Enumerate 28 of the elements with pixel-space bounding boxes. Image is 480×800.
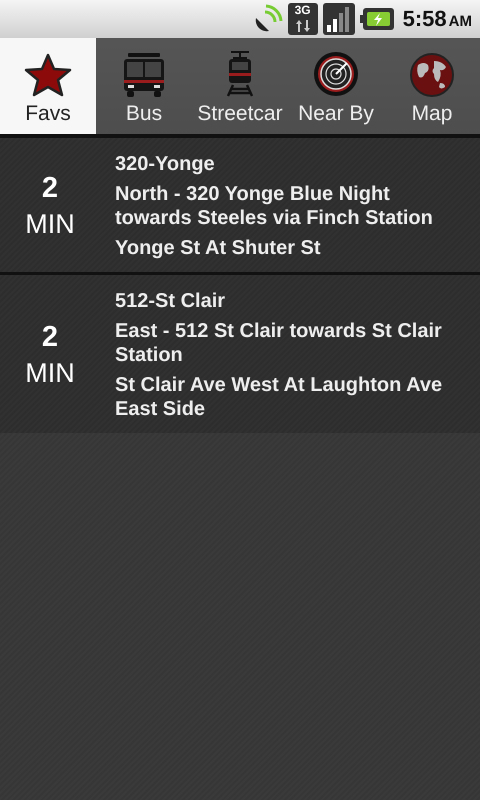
- arrival-row[interactable]: 2 MIN 320-Yonge North - 320 Yonge Blue Night towards Steeles via Finch Station Yonge St At Shuter St: [0, 138, 480, 275]
- tab[interactable]: Bus: [96, 38, 192, 134]
- stop-name: St Clair Ave West At Laughton Ave East Side: [115, 373, 444, 421]
- route-name: 512-St Clair: [115, 289, 226, 313]
- minutes-unit: MIN: [25, 358, 75, 389]
- network-type: 3G: [294, 3, 311, 17]
- data-arrows-icon: [296, 20, 310, 32]
- minutes-value: 2: [42, 321, 58, 354]
- minutes-unit: MIN: [25, 209, 75, 240]
- bus-icon: [124, 53, 164, 97]
- clock-meridiem: AM: [448, 12, 472, 30]
- route-name: 320-Yonge: [115, 152, 216, 176]
- tab[interactable]: Streetcar: [192, 38, 288, 134]
- tab[interactable]: Favs: [0, 38, 96, 134]
- star-icon: [24, 53, 72, 97]
- clock-time: 5:58: [402, 6, 447, 32]
- direction-text: North - 320 Yonge Blue Night towards Steeles via Finch Station: [115, 182, 434, 230]
- globe-icon: [410, 53, 454, 97]
- battery-icon: [360, 8, 394, 30]
- radar-icon: [313, 51, 359, 97]
- signal-icon: [322, 3, 355, 35]
- arrival-row[interactable]: 2 MIN 512-St Clair East - 512 St Clair towards St Clair Station St Clair Ave West At Laughton Ave East Side: [0, 275, 480, 433]
- tab[interactable]: Near By: [288, 38, 384, 134]
- minutes-value: 2: [42, 172, 58, 205]
- direction-text: East - 512 St Clair towards St Clair Station: [115, 319, 443, 367]
- stop-name: Yonge St At Shuter St: [115, 236, 322, 260]
- streetcar-icon: [225, 51, 255, 97]
- tab[interactable]: Map: [384, 38, 480, 134]
